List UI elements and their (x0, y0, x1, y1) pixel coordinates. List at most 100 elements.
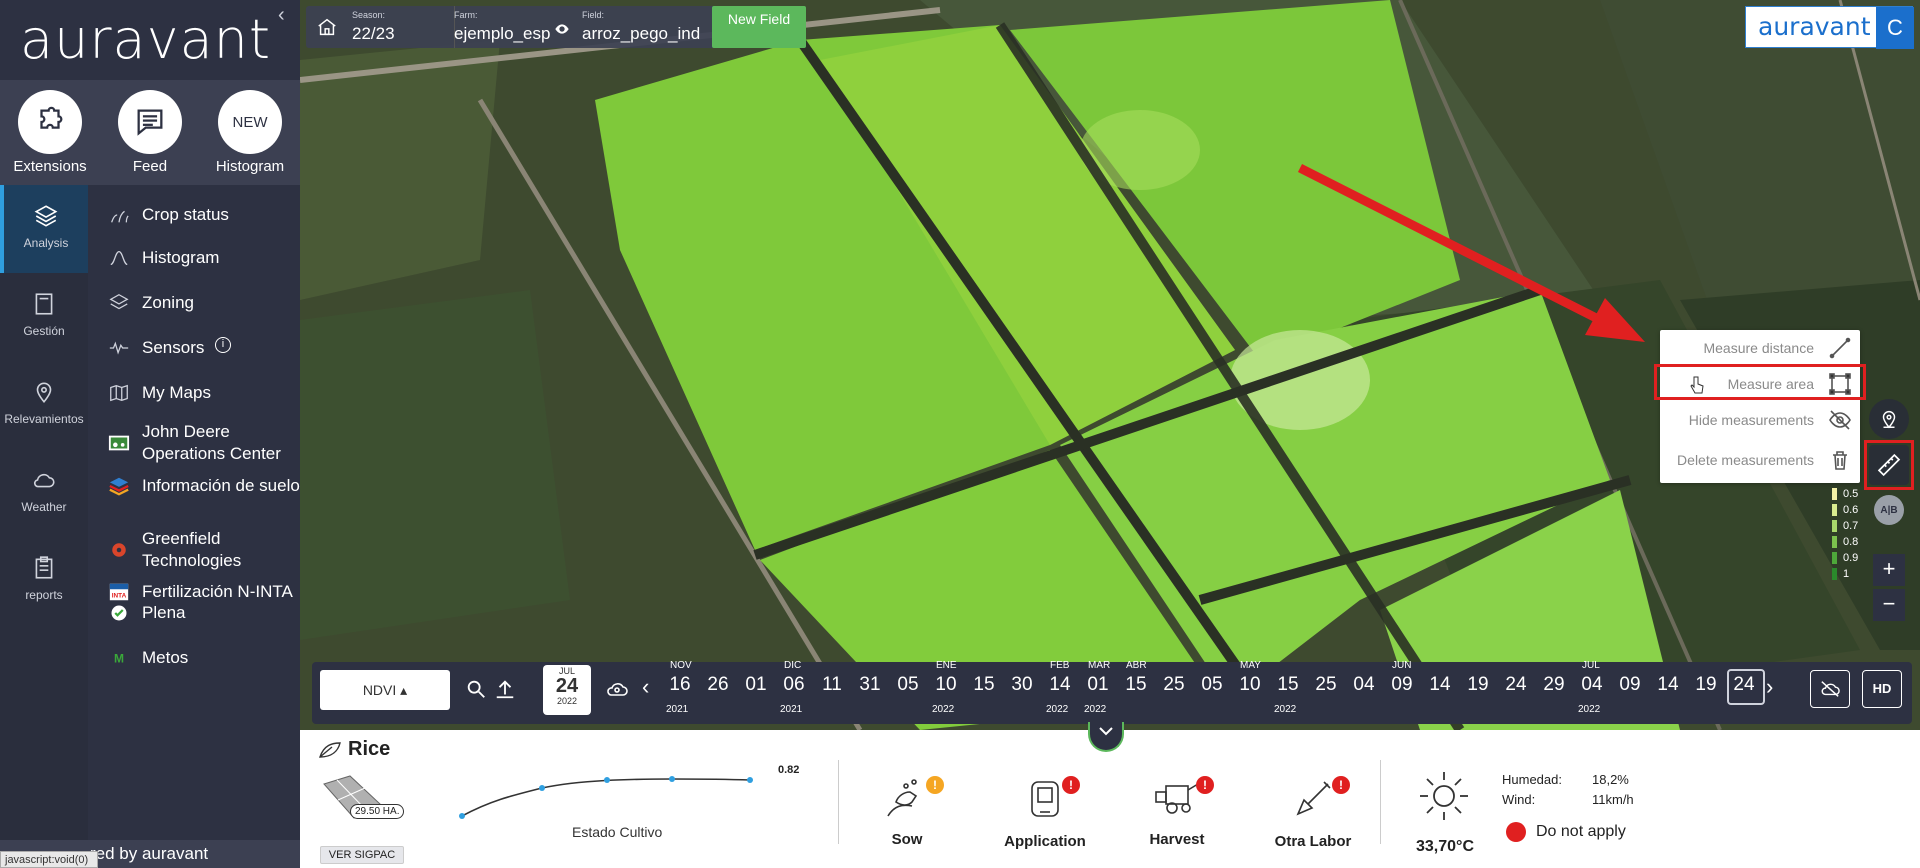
timeline-day[interactable]: 10 (928, 674, 964, 696)
timeline-day[interactable]: 05 (1194, 674, 1230, 696)
brand-letter[interactable]: C (1876, 7, 1914, 49)
measure-distance-option[interactable]: Measure distance (1660, 330, 1860, 366)
timeline-day[interactable]: 19 (1460, 674, 1496, 696)
brand-box: auravant C (1745, 6, 1914, 49)
feed-button[interactable]: Feed (100, 80, 200, 185)
legend-swatch (1832, 504, 1837, 516)
menu-item-histogram[interactable]: Histogram (88, 247, 300, 269)
timeline-prev-icon[interactable]: ‹ (642, 674, 649, 700)
chat-icon (118, 90, 182, 154)
otra-labor-action[interactable]: Otra Labor (1258, 776, 1368, 850)
timeline-day[interactable]: 29 (1536, 674, 1572, 696)
cloud-off-button[interactable] (1810, 670, 1850, 708)
ver-sigpac-button[interactable]: VER SIGPAC (320, 846, 404, 864)
harvest-action[interactable]: Harvest (1122, 776, 1232, 848)
menu-item-fertilizacion-inta[interactable]: INTA Fertilización N-INTA (88, 581, 300, 603)
search-icon[interactable] (465, 678, 487, 705)
crop-status-curve[interactable] (450, 746, 810, 836)
rail-analysis[interactable]: Analysis (0, 185, 88, 273)
notebook-icon (35, 293, 53, 315)
zoom-out-button[interactable]: − (1873, 589, 1905, 621)
timeline-year: 2022 (1046, 704, 1069, 715)
chevron-left-icon[interactable]: ‹ (278, 4, 285, 27)
location-pin-button[interactable] (1869, 399, 1909, 439)
hd-toggle-button[interactable]: HD (1862, 670, 1902, 708)
season-selector[interactable]: Season: 22/23 (352, 6, 452, 48)
timeline-day[interactable]: 26 (700, 674, 736, 696)
module-rail: Analysis Gestión Relevamientos Weather r… (0, 185, 88, 840)
timeline-day[interactable]: 01 (1080, 674, 1116, 696)
menu-item-greenfield[interactable]: Greenfield Technologies (88, 528, 300, 572)
menu-item-crop-status[interactable]: Crop status (88, 204, 300, 226)
menu-item-zoning[interactable]: Zoning (88, 292, 300, 314)
timeline-day[interactable]: 04 (1574, 674, 1610, 696)
timeline-day[interactable]: 15 (966, 674, 1002, 696)
puzzle-icon (18, 90, 82, 154)
ndvi-legend: 0.5 0.6 0.7 0.8 0.9 1 (1832, 488, 1872, 588)
legend-entry: 1 (1832, 568, 1849, 580)
delete-measurements-option[interactable]: Delete measurements (1660, 442, 1860, 478)
sow-action[interactable]: Sow (852, 776, 962, 848)
timeline-day[interactable]: 24 (1498, 674, 1534, 696)
timeline-day[interactable]: 31 (852, 674, 888, 696)
humidity-label: Humedad: (1502, 772, 1562, 787)
menu-item-metos[interactable]: M Metos (88, 647, 300, 669)
timeline-day[interactable]: 16 (662, 674, 698, 696)
timeline-day[interactable]: 09 (1384, 674, 1420, 696)
timeline-day[interactable]: 15 (1270, 674, 1306, 696)
timeline-day[interactable]: 06 (776, 674, 812, 696)
leaf-icon (319, 741, 341, 758)
sidebar: auravant ‹ Extensions Feed NEW Histogram (0, 0, 300, 868)
timeline-year: 2022 (932, 704, 955, 715)
timeline-day[interactable]: 09 (1612, 674, 1648, 696)
histogram-new-button[interactable]: NEW Histogram (200, 80, 300, 185)
pulse-icon (108, 337, 130, 359)
timeline-day[interactable]: 14 (1042, 674, 1078, 696)
rail-weather[interactable]: Weather (0, 449, 88, 537)
new-field-button[interactable]: New Field (712, 6, 806, 48)
rail-relevamientos[interactable]: Relevamientos (0, 361, 88, 449)
timeline-day[interactable]: 25 (1156, 674, 1192, 696)
rail-reports[interactable]: reports (0, 537, 88, 625)
menu-item-john-deere[interactable]: John Deere Operations Center (88, 421, 300, 465)
timeline-day[interactable]: 04 (1346, 674, 1382, 696)
home-button[interactable] (306, 6, 346, 48)
timeline-day[interactable]: 05 (890, 674, 926, 696)
application-action[interactable]: Application (990, 776, 1100, 850)
zoom-in-button[interactable]: + (1873, 554, 1905, 586)
extensions-button[interactable]: Extensions (0, 80, 100, 185)
field-value: arroz_pego_ind (582, 24, 701, 43)
timeline-day[interactable]: 14 (1422, 674, 1458, 696)
info-icon[interactable]: i (215, 337, 231, 353)
upload-icon[interactable] (494, 678, 516, 705)
eye-icon[interactable] (554, 21, 570, 42)
timeline-day[interactable]: 10 (1232, 674, 1268, 696)
cloud-filter-icon[interactable] (604, 679, 630, 706)
timeline-day[interactable]: 19 (1688, 674, 1724, 696)
menu-item-sensors[interactable]: Sensors i (88, 337, 300, 359)
field-selector[interactable]: Field: arroz_pego_ind (582, 6, 712, 48)
timeline-next-icon[interactable]: › (1766, 674, 1773, 700)
timeline-day[interactable]: 25 (1308, 674, 1344, 696)
menu-item-informacion-suelo[interactable]: Información de suelo (88, 475, 300, 497)
selected-date[interactable]: JUL 24 2022 (543, 665, 591, 715)
timeline-day[interactable]: 01 (738, 674, 774, 696)
hide-measurements-option[interactable]: Hide measurements (1660, 402, 1860, 438)
index-selector[interactable]: NDVI ▴ (320, 670, 450, 710)
menu-item-my-maps[interactable]: My Maps (88, 382, 300, 404)
timeline-day[interactable]: 11 (814, 674, 850, 696)
legend-label: 0.8 (1843, 536, 1859, 548)
timeline-day[interactable]: 30 (1004, 674, 1040, 696)
timeline-day[interactable]: 24 (1726, 674, 1762, 696)
farm-selector[interactable]: Farm: ejemplo_esp (454, 6, 574, 48)
timeline-day[interactable]: 15 (1118, 674, 1154, 696)
chevron-down-icon (1099, 727, 1113, 736)
timeline-day[interactable]: 14 (1650, 674, 1686, 696)
timeline-month: ENE (936, 660, 957, 671)
compare-ab-button[interactable]: A|B (1874, 495, 1904, 525)
menu-item-plena[interactable]: Plena (88, 602, 300, 624)
timeline-month: MAY (1240, 660, 1261, 671)
rail-gestion[interactable]: Gestión (0, 273, 88, 361)
app-window: auravant ‹ Extensions Feed NEW Histogram (0, 0, 1920, 868)
trash-icon (1828, 448, 1852, 472)
